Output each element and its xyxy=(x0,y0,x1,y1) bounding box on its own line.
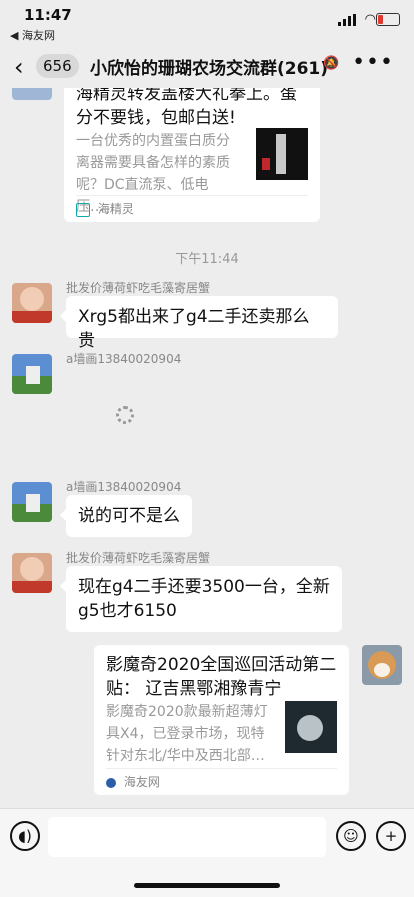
link-card[interactable]: 海精灵转发盖楼大礼拳上。蛋分不要钱，包邮白送! 一台优秀的内置蛋白质分离器需要具… xyxy=(64,88,320,222)
signal-icon xyxy=(338,14,356,26)
sender-name: a墙画13840020904 xyxy=(66,480,182,494)
avatar[interactable] xyxy=(12,553,52,593)
link-card[interactable]: 影魔奇2020全国巡回活动第二贴： 辽吉黑鄂湘豫青宁 影魔奇2020款最新超薄灯… xyxy=(94,645,349,795)
more-icon[interactable]: ••• xyxy=(352,50,394,75)
card-source: 海精灵 xyxy=(97,202,134,216)
source-icon xyxy=(76,202,90,217)
sender-name: 批发价薄荷虾吃毛藻寄居蟹 xyxy=(66,551,211,565)
timestamp: 下午11:44 xyxy=(175,252,239,267)
card-title: 影魔奇2020全国巡回活动第二贴： 辽吉黑鄂湘豫青宁 xyxy=(106,655,337,699)
message-text: 现在g4二手还要3500一台，全新g5也才6150 xyxy=(78,577,330,621)
card-title: 海精灵转发盖楼大礼拳上。蛋分不要钱，包邮白送! xyxy=(76,88,297,128)
message-list[interactable]: 海精灵转发盖楼大礼拳上。蛋分不要钱，包邮白送! 一台优秀的内置蛋白质分离器需要具… xyxy=(0,88,414,808)
message-text: Xrg5都出来了g4二手还卖那么贵 xyxy=(78,307,310,351)
mute-icon: 🔕 xyxy=(323,56,340,71)
card-desc: 影魔奇2020款最新超薄灯具X4，已登录市场，现特针对东北/华中及西北部… xyxy=(106,704,268,764)
source-icon xyxy=(106,777,116,788)
card-source: 海友网 xyxy=(123,775,160,789)
message-bubble[interactable]: Xrg5都出来了g4二手还卖那么贵 xyxy=(60,296,338,351)
sender-name: 批发价薄荷虾吃毛藻寄居蟹 xyxy=(66,281,211,295)
message-text: 说的可不是么 xyxy=(78,506,180,526)
card-thumbnail xyxy=(256,128,308,180)
card-footer: 海友网 xyxy=(106,768,337,795)
avatar[interactable] xyxy=(12,88,52,100)
message-bubble[interactable]: 现在g4二手还要3500一台，全新g5也才6150 xyxy=(60,566,342,632)
voice-icon[interactable]: ◖) xyxy=(10,821,40,851)
avatar[interactable] xyxy=(12,283,52,323)
home-indicator xyxy=(134,883,280,888)
plus-icon[interactable]: + xyxy=(376,821,406,851)
avatar[interactable] xyxy=(362,645,402,685)
sender-name: a墙画13840020904 xyxy=(66,352,182,366)
battery-icon xyxy=(376,13,400,26)
unread-count-badge[interactable]: 656 xyxy=(36,54,79,78)
card-thumbnail xyxy=(285,701,337,753)
chevron-left-icon[interactable]: ‹ xyxy=(14,53,24,81)
back-to-app-link[interactable]: ◀ 海友网 xyxy=(10,27,55,43)
loading-spinner-icon xyxy=(116,406,134,424)
wifi-icon: ◠ xyxy=(364,12,376,27)
message-input[interactable] xyxy=(48,817,326,857)
card-footer: 海精灵 xyxy=(76,195,308,222)
message-bubble[interactable]: 说的可不是么 xyxy=(60,495,192,537)
status-bar: 11:47 ◀ 海友网 ◠ xyxy=(0,0,414,44)
emoji-icon[interactable]: ☺ xyxy=(336,821,366,851)
group-title: 小欣怡的珊瑚农场交流群(261) xyxy=(90,59,329,79)
avatar[interactable] xyxy=(12,482,52,522)
chat-header: ‹ 656 小欣怡的珊瑚农场交流群(261) 🔕 ••• xyxy=(0,44,414,88)
clock: 11:47 xyxy=(24,6,72,24)
avatar[interactable] xyxy=(12,354,52,394)
